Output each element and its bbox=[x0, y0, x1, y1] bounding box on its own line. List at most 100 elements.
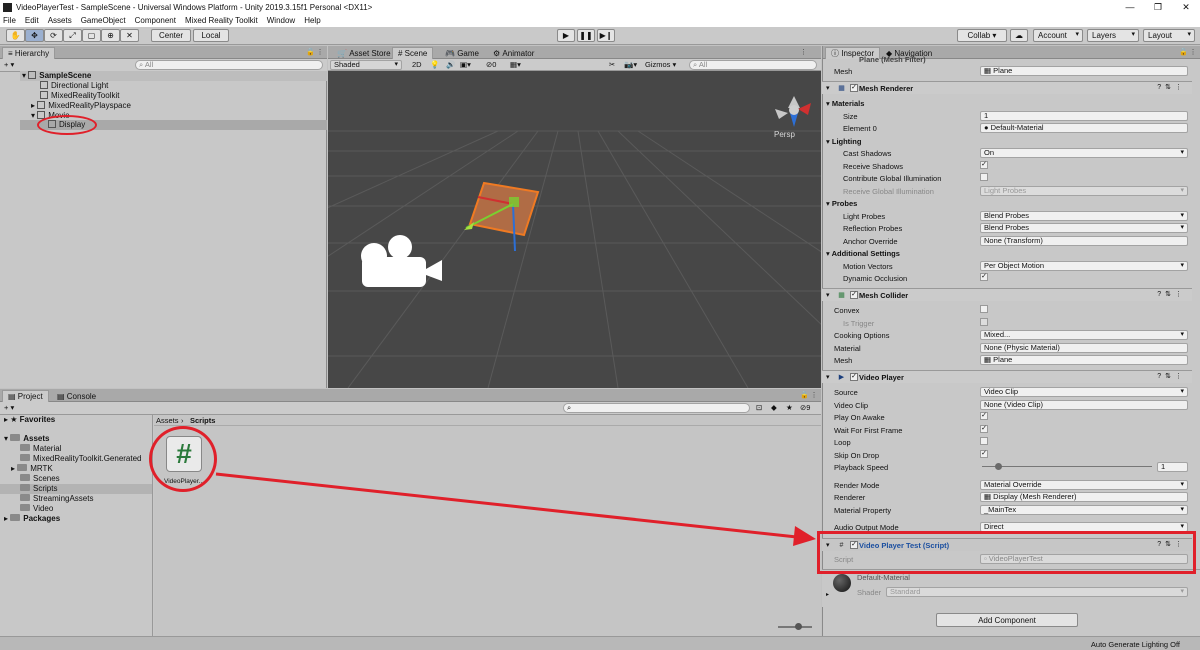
playback-speed-thumb[interactable] bbox=[995, 463, 1002, 470]
account-dropdown[interactable]: Account bbox=[1033, 29, 1083, 42]
close-button[interactable]: ✕ bbox=[1172, 2, 1200, 13]
scale-tool-icon[interactable]: ⤢ bbox=[63, 29, 82, 42]
receive-shadows-checkbox[interactable]: ✓ bbox=[980, 161, 988, 169]
lock-icon[interactable]: 🔒 ⋮ bbox=[306, 48, 324, 56]
project-lock-icon[interactable]: 🔒 ⋮ bbox=[800, 391, 818, 399]
breadcrumb-scripts[interactable]: Scripts bbox=[190, 416, 215, 425]
component-menu-icon[interactable]: ?⇅⋮ bbox=[1157, 83, 1186, 91]
cooking-options-dropdown[interactable]: Mixed... bbox=[980, 330, 1188, 340]
renderer-field[interactable]: ▦ Display (Mesh Renderer) bbox=[980, 492, 1188, 502]
effects-toggle-icon[interactable]: ▣▾ bbox=[460, 60, 471, 69]
playback-speed-slider[interactable] bbox=[982, 466, 1152, 467]
hierarchy-item-light[interactable]: Directional Light bbox=[40, 81, 108, 90]
favorites-item[interactable]: ▸ ★ Favorites bbox=[4, 415, 55, 424]
folder-scenes[interactable]: Scenes bbox=[20, 474, 60, 483]
orientation-gizmo-icon[interactable] bbox=[775, 96, 811, 127]
scene-lock-icon[interactable]: ⋮ bbox=[800, 48, 807, 56]
source-dropdown[interactable]: Video Clip bbox=[980, 387, 1188, 397]
materials-section[interactable]: ▾ Materials bbox=[826, 99, 864, 108]
filter-type-icon[interactable]: ⊡ bbox=[756, 403, 762, 412]
hand-tool-icon[interactable]: ✋ bbox=[6, 29, 25, 42]
probes-section[interactable]: ▾ Probes bbox=[826, 199, 857, 208]
contribute-gi-checkbox[interactable] bbox=[980, 173, 988, 181]
mesh-collider-enabled-checkbox[interactable]: ✓ bbox=[850, 291, 858, 299]
light-probes-dropdown[interactable]: Blend Probes bbox=[980, 211, 1188, 221]
rect-tool-icon[interactable]: ▢ bbox=[82, 29, 101, 42]
tab-animator[interactable]: ⚙ Animator bbox=[488, 47, 539, 59]
play-button[interactable]: ▶ bbox=[557, 29, 575, 42]
menu-gameobject[interactable]: GameObject bbox=[81, 16, 126, 25]
folder-streaming[interactable]: StreamingAssets bbox=[20, 494, 93, 503]
favorite-star-icon[interactable]: ★ bbox=[786, 403, 793, 412]
move-tool-icon[interactable]: ✥ bbox=[25, 29, 44, 42]
rotate-tool-icon[interactable]: ⟳ bbox=[44, 29, 63, 42]
size-field[interactable]: 1 bbox=[980, 111, 1188, 121]
tools-icon[interactable]: ✂ bbox=[609, 60, 615, 69]
menu-window[interactable]: Window bbox=[267, 16, 295, 25]
grid-toggle-icon[interactable]: ▦▾ bbox=[510, 60, 521, 69]
mesh-renderer-header[interactable]: ▾ ▦ ✓ Mesh Renderer ?⇅⋮ bbox=[822, 81, 1192, 94]
mesh-renderer-enabled-checkbox[interactable]: ✓ bbox=[850, 84, 858, 92]
scene-search-input[interactable]: ⌕ All bbox=[689, 60, 817, 70]
minimize-button[interactable]: — bbox=[1116, 2, 1144, 13]
play-on-awake-checkbox[interactable]: ✓ bbox=[980, 412, 988, 420]
menu-assets[interactable]: Assets bbox=[48, 16, 72, 25]
hidden-packages-button[interactable]: ⊘9 bbox=[800, 403, 810, 412]
element0-field[interactable]: ● Default-Material bbox=[980, 123, 1188, 133]
layout-dropdown[interactable]: Layout bbox=[1143, 29, 1195, 42]
collapse-arrow-icon[interactable]: ▾ bbox=[826, 291, 830, 299]
anchor-override-field[interactable]: None (Transform) bbox=[980, 236, 1188, 246]
convex-checkbox[interactable] bbox=[980, 305, 988, 313]
motion-vectors-dropdown[interactable]: Per Object Motion bbox=[980, 261, 1188, 271]
tab-console[interactable]: ▤ Console bbox=[52, 390, 101, 402]
lighting-section[interactable]: ▾ Lighting bbox=[826, 137, 861, 146]
camera-settings-icon[interactable]: 📷▾ bbox=[624, 60, 637, 69]
pivot-local-button[interactable]: Local bbox=[193, 29, 229, 42]
mesh-collider-header[interactable]: ▾ ▦ ✓ Mesh Collider ?⇅⋮ bbox=[822, 288, 1192, 301]
component-menu-icon[interactable]: ?⇅⋮ bbox=[1157, 290, 1186, 298]
folder-mrtk[interactable]: ▸ MRTK bbox=[11, 464, 53, 473]
folder-mrtk-generated[interactable]: MixedRealityToolkit.Generated bbox=[20, 454, 142, 463]
skip-on-drop-checkbox[interactable]: ✓ bbox=[980, 450, 988, 458]
project-search-input[interactable]: ⌕ bbox=[563, 403, 750, 413]
tab-project[interactable]: ▤ Project bbox=[2, 390, 49, 402]
render-mode-dropdown[interactable]: Material Override bbox=[980, 480, 1188, 490]
material-property-dropdown[interactable]: _MainTex bbox=[980, 505, 1188, 515]
tab-game[interactable]: 🎮 Game bbox=[440, 47, 484, 59]
collab-button[interactable]: Collab ▾ bbox=[957, 29, 1007, 42]
tab-scene[interactable]: # Scene bbox=[392, 47, 434, 59]
hidden-objects-button[interactable]: ⊘0 bbox=[486, 60, 496, 69]
filter-label-icon[interactable]: ◆ bbox=[771, 403, 777, 412]
inspector-lock-icon[interactable]: 🔒 ⋮ bbox=[1179, 48, 1197, 56]
pivot-center-button[interactable]: Center bbox=[151, 29, 191, 42]
tab-hierarchy[interactable]: ≡ Hierarchy bbox=[2, 47, 56, 59]
component-menu-icon[interactable]: ?⇅⋮ bbox=[1157, 372, 1186, 380]
cloud-icon[interactable]: ☁ bbox=[1010, 29, 1028, 42]
zoom-slider-thumb[interactable] bbox=[795, 623, 802, 630]
step-button[interactable]: ▶❙ bbox=[597, 29, 615, 42]
video-clip-field[interactable]: None (Video Clip) bbox=[980, 400, 1188, 410]
plane-handle[interactable] bbox=[509, 197, 519, 207]
shading-dropdown[interactable]: Shaded bbox=[330, 60, 402, 70]
menu-file[interactable]: File bbox=[3, 16, 16, 25]
mesh-filter-mesh-field[interactable]: ▦ Plane bbox=[980, 66, 1188, 76]
menu-mrtk[interactable]: Mixed Reality Toolkit bbox=[185, 16, 258, 25]
video-player-enabled-checkbox[interactable]: ✓ bbox=[850, 373, 858, 381]
pause-button[interactable]: ❚❚ bbox=[577, 29, 595, 42]
custom-tool-icon[interactable]: ✕ bbox=[120, 29, 139, 42]
hierarchy-scene-item[interactable]: ▾ SampleScene bbox=[22, 71, 91, 80]
layers-dropdown[interactable]: Layers bbox=[1087, 29, 1139, 42]
transform-tool-icon[interactable]: ⊕ bbox=[101, 29, 120, 42]
add-component-button[interactable]: Add Component bbox=[936, 613, 1078, 627]
loop-checkbox[interactable] bbox=[980, 437, 988, 445]
reflection-probes-dropdown[interactable]: Blend Probes bbox=[980, 223, 1188, 233]
shader-dropdown[interactable]: Standard bbox=[886, 587, 1188, 597]
project-add-button[interactable]: + ▾ bbox=[4, 403, 14, 412]
gizmos-dropdown[interactable]: Gizmos ▾ bbox=[645, 60, 676, 69]
dynamic-occlusion-checkbox[interactable]: ✓ bbox=[980, 273, 988, 281]
packages-item[interactable]: ▸ Packages bbox=[4, 514, 60, 523]
scene-viewport[interactable]: Persp bbox=[328, 71, 821, 388]
hierarchy-search-input[interactable]: ⌕ All bbox=[135, 60, 323, 70]
wait-first-frame-checkbox[interactable]: ✓ bbox=[980, 425, 988, 433]
audio-toggle-icon[interactable]: 🔊 bbox=[446, 60, 455, 69]
